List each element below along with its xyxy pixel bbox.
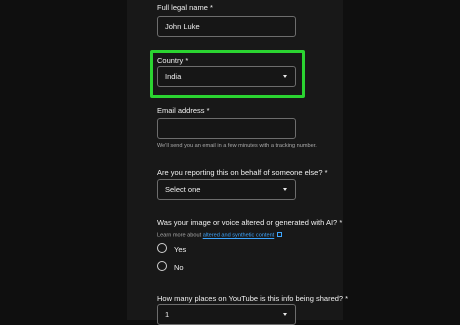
places-label: How many places on YouTube is this info …: [157, 294, 349, 303]
legal-name-value: John Luke: [165, 22, 200, 31]
email-label: Email address *: [157, 106, 210, 115]
on-behalf-value: Select one: [165, 185, 201, 194]
radio-yes[interactable]: [157, 243, 167, 253]
learn-more-text: Learn more about altered and synthetic c…: [157, 232, 283, 239]
chevron-down-icon: [283, 313, 287, 316]
places-select[interactable]: 1: [157, 304, 296, 325]
on-behalf-select[interactable]: Select one: [157, 179, 296, 200]
radio-no[interactable]: [157, 261, 167, 271]
radio-yes-label: Yes: [174, 245, 187, 254]
radio-no-label: No: [174, 263, 184, 272]
highlight-box: [150, 50, 305, 98]
places-value: 1: [165, 310, 170, 319]
email-hint: We'll send you an email in a few minutes…: [157, 143, 317, 149]
synthetic-content-link[interactable]: altered and synthetic content: [203, 233, 275, 239]
on-behalf-label: Are you reporting this on behalf of some…: [157, 168, 328, 177]
legal-name-label: Full legal name *: [157, 3, 213, 12]
chevron-down-icon: [283, 188, 287, 191]
email-field[interactable]: [157, 118, 296, 139]
page-background: Full legal name * John Luke Country * In…: [0, 0, 460, 325]
report-form-panel: [127, 0, 343, 320]
ai-altered-label: Was your image or voice altered or gener…: [157, 218, 343, 227]
external-link-icon[interactable]: [277, 232, 283, 237]
learn-more-prefix: Learn more about: [157, 232, 203, 239]
legal-name-input[interactable]: John Luke: [157, 16, 296, 37]
